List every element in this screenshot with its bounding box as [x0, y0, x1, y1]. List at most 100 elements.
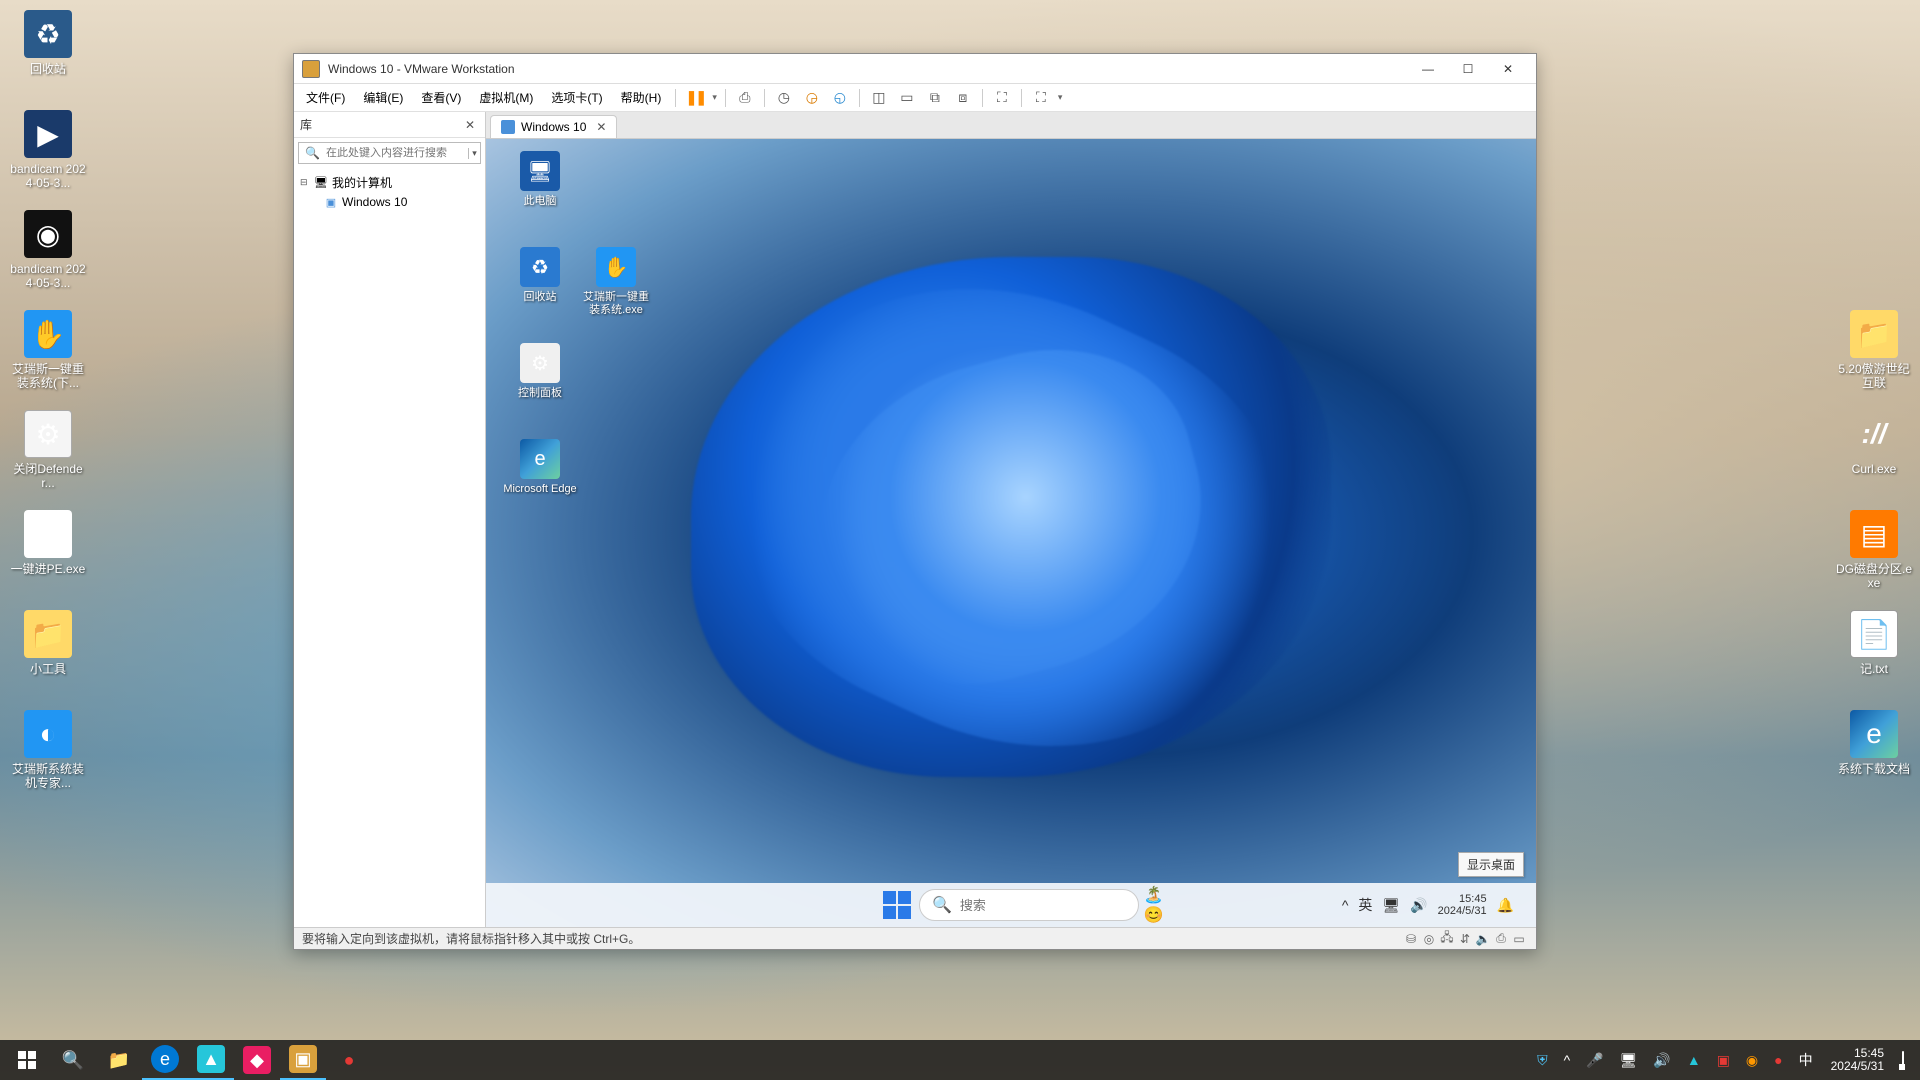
- tree-item-windows10[interactable]: ▣ Windows 10: [296, 193, 483, 211]
- ji-txt-icon: 📄: [1850, 610, 1898, 658]
- tree-root-my-computer[interactable]: ⊟ 🖥 我的计算机: [296, 172, 483, 193]
- guest-search-box[interactable]: 🔍 🏝️😊: [919, 889, 1139, 921]
- taskbar-app-red[interactable]: ◆: [234, 1040, 280, 1080]
- guest-clock[interactable]: 15:45 2024/5/31: [1438, 893, 1487, 917]
- desktop-icon-yijian-pe[interactable]: ▣一键进PE.exe: [10, 510, 86, 576]
- menu-tabs[interactable]: 选项卡(T): [543, 85, 610, 110]
- menu-edit[interactable]: 编辑(E): [355, 85, 411, 110]
- host-date: 2024/5/31: [1831, 1060, 1884, 1073]
- host-system-tray: ⛨ ^ 🎤 🖥 🔊 ▲ ▣ ◉ ● 中 15:45 2024/5/31: [1533, 1046, 1916, 1074]
- device-network-icon[interactable]: 🖧: [1438, 931, 1456, 947]
- snapshot-revert-button[interactable]: ◶: [799, 86, 825, 110]
- send-ctrl-alt-del-button[interactable]: ⎙: [732, 86, 758, 110]
- desktop-icon-airuisi-sys[interactable]: ◐艾瑞斯系统装机专家...: [10, 710, 86, 791]
- ms-edge-icon: e: [520, 439, 560, 479]
- tray-everything-icon[interactable]: ◉: [1742, 1048, 1762, 1073]
- power-dropdown[interactable]: ▾: [710, 92, 719, 103]
- tree-toggle-icon[interactable]: ⊟: [300, 177, 310, 188]
- device-usb-icon[interactable]: ⇵: [1456, 931, 1474, 947]
- fullscreen-button[interactable]: ⛶: [989, 86, 1015, 110]
- guest-ime-indicator[interactable]: 英: [1358, 895, 1372, 915]
- app-red-icon: ◆: [243, 1046, 271, 1074]
- menu-vm[interactable]: 虚拟机(M): [471, 85, 541, 110]
- guest-search-input[interactable]: [960, 898, 1136, 913]
- desktop-icon-recycle-bin[interactable]: ♻回收站: [10, 10, 86, 76]
- guest-icon-airuisi-exe[interactable]: ✋艾瑞斯一键重装系统.exe: [578, 247, 654, 317]
- tray-network-icon[interactable]: 🖥: [1616, 1048, 1642, 1073]
- tray-overflow-button[interactable]: ^: [1342, 897, 1349, 913]
- view-stretch-button[interactable]: ⧉: [922, 86, 948, 110]
- taskbar-vmware[interactable]: ▣: [280, 1040, 326, 1080]
- tab-windows10[interactable]: Windows 10 ✕: [490, 115, 617, 138]
- view-thumbnail-button[interactable]: ▭: [894, 86, 920, 110]
- guest-start-button[interactable]: [883, 891, 911, 919]
- search-icon: 🔍: [299, 146, 326, 160]
- tray-mic-icon[interactable]: 🎤: [1582, 1048, 1607, 1073]
- host-clock[interactable]: 15:45 2024/5/31: [1825, 1047, 1890, 1073]
- minimize-button[interactable]: —: [1408, 54, 1448, 84]
- taskbar-edge[interactable]: e: [142, 1040, 188, 1080]
- device-cd-icon[interactable]: ◎: [1420, 931, 1438, 947]
- tab-close-button[interactable]: ✕: [592, 120, 606, 134]
- maximize-button[interactable]: ☐: [1448, 54, 1488, 84]
- library-sidebar: 库 ✕ 🔍 ▾ ⊟ 🖥 我的计算机 ▣ Windows 10: [294, 112, 486, 927]
- menu-view[interactable]: 查看(V): [413, 85, 469, 110]
- close-button[interactable]: ✕: [1488, 54, 1528, 84]
- tray-vmware-icon[interactable]: ▣: [1713, 1048, 1734, 1073]
- desktop-icon-curl-exe[interactable]: ://Curl.exe: [1836, 410, 1912, 476]
- icon-label: 此电脑: [502, 195, 578, 208]
- window-titlebar[interactable]: Windows 10 - VMware Workstation — ☐ ✕: [294, 54, 1536, 84]
- power-pause-button[interactable]: ❚❚: [682, 86, 708, 110]
- cycle-multimonitor-button[interactable]: ⛶: [1028, 86, 1054, 110]
- desktop-icon-sys-download[interactable]: e系统下载文档: [1836, 710, 1912, 776]
- snapshot-take-button[interactable]: ◷: [771, 86, 797, 110]
- guest-notifications-button[interactable]: 🔔: [1497, 897, 1514, 914]
- tray-record-icon[interactable]: ●: [1770, 1048, 1786, 1072]
- tab-vm-icon: [501, 120, 515, 134]
- desktop-icon-xiaogongju[interactable]: 📁小工具: [10, 610, 86, 676]
- guest-icon-this-pc[interactable]: 🖥此电脑: [502, 151, 578, 208]
- tray-todesk-icon[interactable]: ▲: [1683, 1048, 1705, 1072]
- taskbar-start[interactable]: [4, 1040, 50, 1080]
- guest-network-icon[interactable]: 🖥: [1382, 897, 1400, 914]
- menu-help[interactable]: 帮助(H): [613, 85, 670, 110]
- desktop-icon-airuisi-reinstall[interactable]: ✋艾瑞斯一键重装系统(下...: [10, 310, 86, 391]
- sidebar-search[interactable]: 🔍 ▾: [298, 142, 481, 164]
- device-sound-icon[interactable]: 🔈: [1474, 931, 1492, 947]
- desktop-icon-bandicam-2[interactable]: ◉bandicam 2024-05-3...: [10, 210, 86, 291]
- icon-label: 关闭Defender...: [10, 462, 86, 491]
- tray-overflow-button[interactable]: ^: [1560, 1048, 1575, 1072]
- host-notifications-button[interactable]: [1898, 1048, 1908, 1072]
- device-harddisk-icon[interactable]: ⛁: [1402, 931, 1420, 947]
- view-library-button[interactable]: ◫: [866, 86, 892, 110]
- desktop-icon-ji-txt[interactable]: 📄记.txt: [1836, 610, 1912, 676]
- search-dropdown[interactable]: ▾: [468, 148, 480, 159]
- guest-icon-ms-edge[interactable]: eMicrosoft Edge: [502, 439, 578, 496]
- host-ime-indicator[interactable]: 中: [1795, 1046, 1817, 1074]
- taskbar-todesk[interactable]: ▲: [188, 1040, 234, 1080]
- guest-icon-control-panel[interactable]: ⚙控制面板: [502, 343, 578, 400]
- sidebar-search-input[interactable]: [326, 147, 468, 159]
- sidebar-close-button[interactable]: ✕: [461, 118, 479, 132]
- desktop-icon-folder-520[interactable]: 📁5.20傲游世纪互联: [1836, 310, 1912, 391]
- menu-file[interactable]: 文件(F): [298, 85, 353, 110]
- snapshot-manage-button[interactable]: ◵: [827, 86, 853, 110]
- taskbar-record[interactable]: ●: [326, 1040, 372, 1080]
- view-unity-button[interactable]: ⧈: [950, 86, 976, 110]
- desktop-icon-dg-disk[interactable]: ▤DG磁盘分区.exe: [1836, 510, 1912, 591]
- guest-volume-icon[interactable]: 🔊: [1410, 897, 1427, 914]
- tray-volume-icon[interactable]: 🔊: [1649, 1048, 1674, 1073]
- device-display-icon[interactable]: ▭: [1510, 931, 1528, 947]
- guest-icon-recycle-bin[interactable]: ♻回收站: [502, 247, 578, 304]
- icon-label: 5.20傲游世纪互联: [1836, 362, 1912, 391]
- guest-desktop[interactable]: 🖥此电脑♻回收站✋艾瑞斯一键重装系统.exe⚙控制面板eMicrosoft Ed…: [486, 138, 1536, 927]
- tray-security-icon[interactable]: ⛨: [1533, 1048, 1552, 1073]
- separator: [982, 89, 983, 107]
- desktop-icon-bandicam-1[interactable]: ▶bandicam 2024-05-3...: [10, 110, 86, 191]
- multimonitor-dropdown[interactable]: ▾: [1056, 92, 1065, 103]
- taskbar-file-explorer[interactable]: 📁: [96, 1040, 142, 1080]
- desktop-icon-close-defender[interactable]: ⚙关闭Defender...: [10, 410, 86, 491]
- main-area: Windows 10 ✕ 🖥此电脑♻回收站✋艾瑞斯一键重装系统.exe⚙控制面板…: [486, 112, 1536, 927]
- device-printer-icon[interactable]: ⎙: [1492, 931, 1510, 947]
- taskbar-search[interactable]: 🔍: [50, 1040, 96, 1080]
